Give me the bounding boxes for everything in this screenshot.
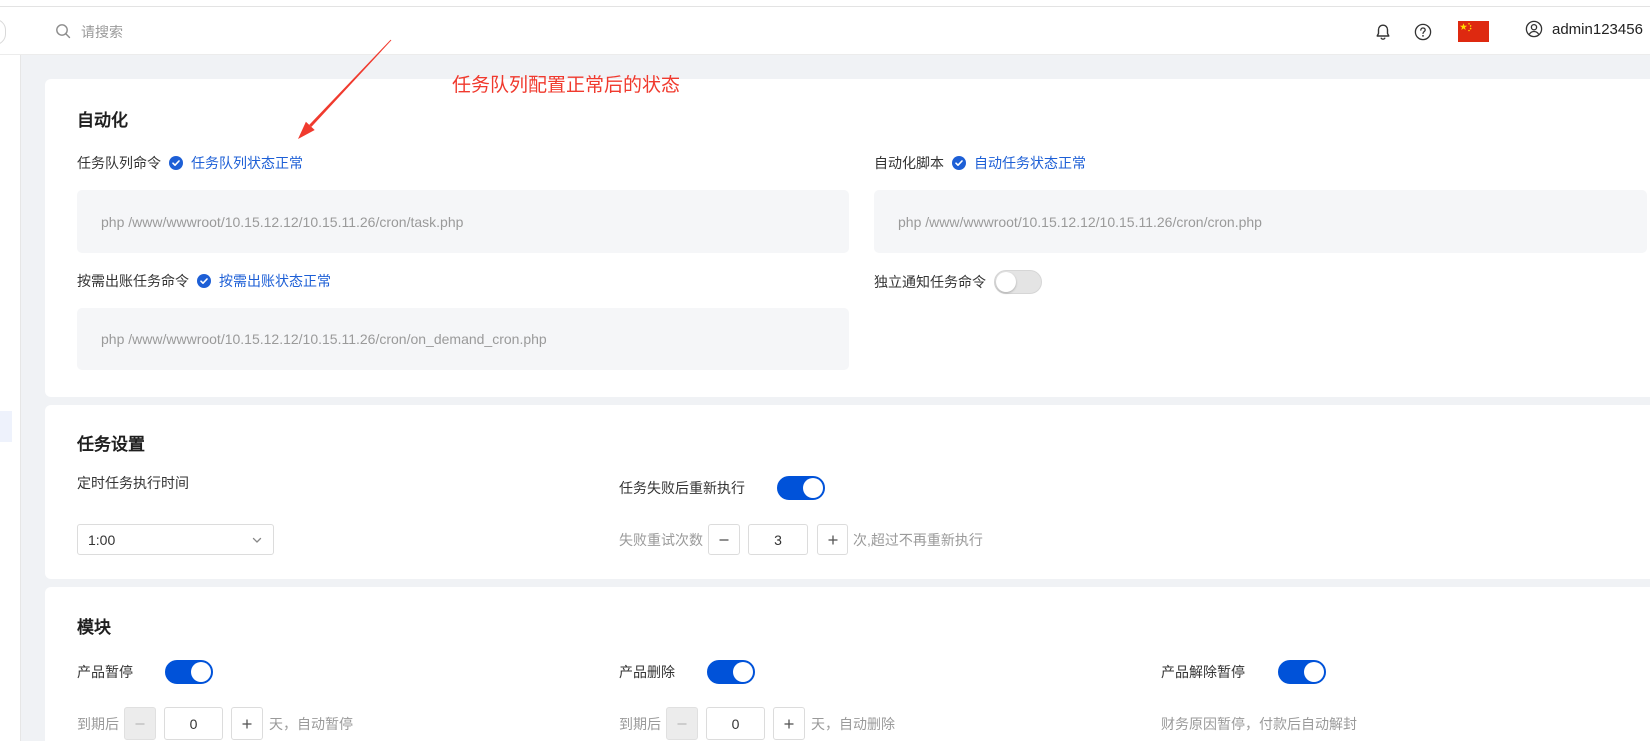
plus-icon xyxy=(827,534,839,546)
retry-count-input[interactable] xyxy=(748,524,808,555)
toggle-knob xyxy=(1304,662,1324,682)
global-search[interactable] xyxy=(52,17,352,47)
sidebar xyxy=(0,55,21,741)
toggle-knob xyxy=(191,662,211,682)
product-suspend-increment-button[interactable] xyxy=(231,707,263,740)
status-text: 按需出账状态正常 xyxy=(219,273,331,289)
annotation-text: 任务队列配置正常后的状态 xyxy=(452,75,681,96)
queue-command-field[interactable] xyxy=(77,190,849,253)
product-suspend-decrement-button[interactable] xyxy=(124,707,156,740)
window-top-edge xyxy=(0,0,1650,7)
retry-toggle[interactable] xyxy=(777,476,825,500)
search-input[interactable] xyxy=(81,24,331,40)
toggle-knob xyxy=(733,662,753,682)
retry-count-label: 失败重试次数 xyxy=(619,532,703,548)
section-title: 模块 xyxy=(77,618,111,637)
section-title: 任务设置 xyxy=(77,435,145,454)
toggle-knob xyxy=(996,272,1016,292)
on-demand-command-label-row: 按需出账任务命令 按需出账状态正常 xyxy=(77,272,331,290)
sidebar-collapse-handle[interactable] xyxy=(0,19,6,45)
section-title: 自动化 xyxy=(77,111,128,130)
field-label: 自动化脚本 xyxy=(874,155,944,171)
product-unsuspend-note: 财务原因暂停，付款后自动解封 xyxy=(1161,716,1357,732)
product-delete-toggle[interactable] xyxy=(707,660,755,684)
automation-script-field[interactable] xyxy=(874,190,1647,253)
select-value: 1:00 xyxy=(88,531,116,548)
top-bar: admin123456 xyxy=(0,7,1650,55)
bell-icon[interactable] xyxy=(1374,23,1392,41)
status-text: 任务队列状态正常 xyxy=(191,155,303,171)
username: admin123456 xyxy=(1552,20,1643,38)
check-circle-icon xyxy=(952,156,966,170)
schedule-time-select[interactable]: 1:00 xyxy=(77,524,274,555)
queue-command-label-row: 任务队列命令 任务队列状态正常 xyxy=(77,154,303,172)
minus-icon xyxy=(676,718,688,730)
check-circle-icon xyxy=(197,274,211,288)
plus-icon xyxy=(241,718,253,730)
on-demand-command-field[interactable] xyxy=(77,308,849,370)
field-label: 按需出账任务命令 xyxy=(77,273,189,289)
retry-label: 任务失败后重新执行 xyxy=(619,480,745,496)
minus-icon xyxy=(718,534,730,546)
user-menu[interactable]: admin123456 xyxy=(1525,20,1643,38)
notify-command-toggle[interactable] xyxy=(994,270,1042,294)
product-delete-increment-button[interactable] xyxy=(773,707,805,740)
product-delete-days-input[interactable] xyxy=(706,707,765,740)
product-unsuspend-label: 产品解除暂停 xyxy=(1161,664,1245,680)
product-suspend-label: 产品暂停 xyxy=(77,664,133,680)
retry-count-suffix: 次,超过不再重新执行 xyxy=(853,532,983,548)
schedule-label: 定时任务执行时间 xyxy=(77,475,189,491)
china-flag-icon[interactable] xyxy=(1458,21,1489,42)
task-settings-card: 任务设置 定时任务执行时间 1:00 任务失败后重新执行 失败重试次数 次,超过… xyxy=(45,405,1650,579)
chevron-down-icon xyxy=(251,534,263,546)
minus-icon xyxy=(134,718,146,730)
search-icon xyxy=(55,23,71,42)
notify-command-label: 独立通知任务命令 xyxy=(874,274,986,290)
product-unsuspend-toggle[interactable] xyxy=(1278,660,1326,684)
product-suspend-toggle[interactable] xyxy=(165,660,213,684)
status-text: 自动任务状态正常 xyxy=(974,155,1086,171)
field-label: 任务队列命令 xyxy=(77,155,161,171)
retry-increment-button[interactable] xyxy=(817,524,848,555)
check-circle-icon xyxy=(169,156,183,170)
product-suspend-prefix: 到期后 xyxy=(77,716,119,732)
user-icon xyxy=(1525,20,1543,38)
product-suspend-suffix: 天，自动暂停 xyxy=(269,716,353,732)
automation-card: 自动化 任务队列命令 任务队列状态正常 自动化脚本 自动任务状态正常 按需出账任… xyxy=(45,79,1650,397)
product-delete-decrement-button[interactable] xyxy=(666,707,698,740)
modules-card: 模块 产品暂停 到期后 天，自动暂停 产品删除 到期后 天，自动删除 产品解除暂… xyxy=(45,587,1650,741)
plus-icon xyxy=(783,718,795,730)
retry-decrement-button[interactable] xyxy=(708,524,740,555)
product-delete-prefix: 到期后 xyxy=(619,716,661,732)
product-suspend-days-input[interactable] xyxy=(164,707,223,740)
product-delete-label: 产品删除 xyxy=(619,664,675,680)
toggle-knob xyxy=(803,478,823,498)
automation-script-label-row: 自动化脚本 自动任务状态正常 xyxy=(874,154,1086,172)
help-icon[interactable] xyxy=(1414,23,1432,41)
product-delete-suffix: 天，自动删除 xyxy=(811,716,895,732)
sidebar-active-item[interactable] xyxy=(0,411,12,442)
